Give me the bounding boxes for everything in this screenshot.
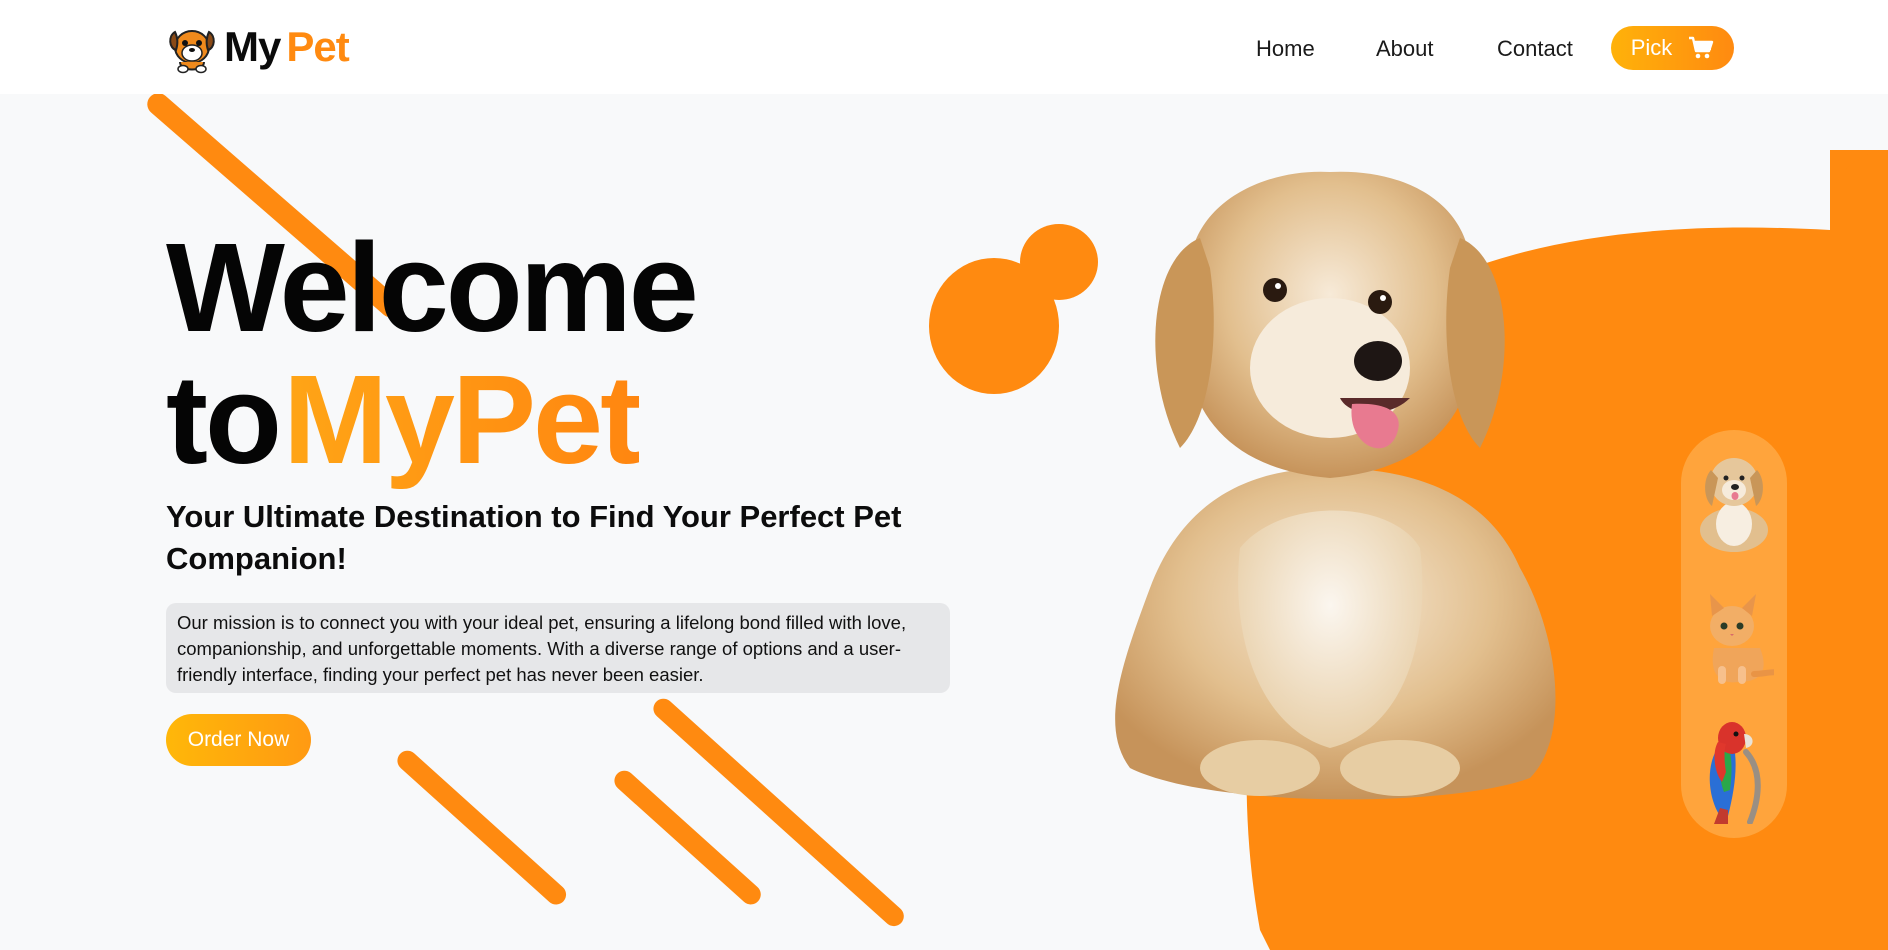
decor-stripe-bottom-3 bbox=[649, 694, 908, 931]
logo-my: My bbox=[224, 23, 281, 70]
nav-contact[interactable]: Contact bbox=[1497, 26, 1573, 72]
hero-title: Welcome toMyPet bbox=[166, 222, 699, 486]
kitten-thumbnail[interactable] bbox=[1694, 578, 1774, 690]
hero-title-brand: MyPet bbox=[282, 349, 642, 490]
pet-thumbnail-strip bbox=[1681, 430, 1787, 838]
logo-text: My Pet bbox=[224, 20, 350, 74]
logo[interactable]: My Pet bbox=[166, 20, 350, 74]
parrot-thumbnail[interactable] bbox=[1694, 712, 1774, 824]
pick-button-label: Pick bbox=[1630, 35, 1673, 60]
mission-text: Our mission is to connect you with your … bbox=[166, 603, 950, 693]
hero-title-line1: Welcome bbox=[166, 217, 699, 358]
dog-logo-icon bbox=[169, 30, 215, 74]
decor-stripe-bottom-1 bbox=[393, 746, 571, 909]
logo-pet: Pet bbox=[286, 23, 349, 70]
nav-home[interactable]: Home bbox=[1256, 26, 1315, 72]
hero-title-to: to bbox=[166, 349, 282, 490]
hero-subtitle: Your Ultimate Destination to Find Your P… bbox=[166, 499, 902, 576]
site-header: My Pet Home About Contact Pick bbox=[0, 0, 1888, 94]
pick-button[interactable]: Pick bbox=[1611, 26, 1734, 70]
cart-icon bbox=[1689, 36, 1714, 59]
dog-hero-image bbox=[1115, 171, 1556, 800]
order-now-button[interactable]: Order Now bbox=[166, 714, 311, 766]
nav-about[interactable]: About bbox=[1376, 26, 1434, 72]
puppy-thumbnail[interactable] bbox=[1694, 444, 1774, 556]
decor-circle-small bbox=[1020, 224, 1098, 300]
